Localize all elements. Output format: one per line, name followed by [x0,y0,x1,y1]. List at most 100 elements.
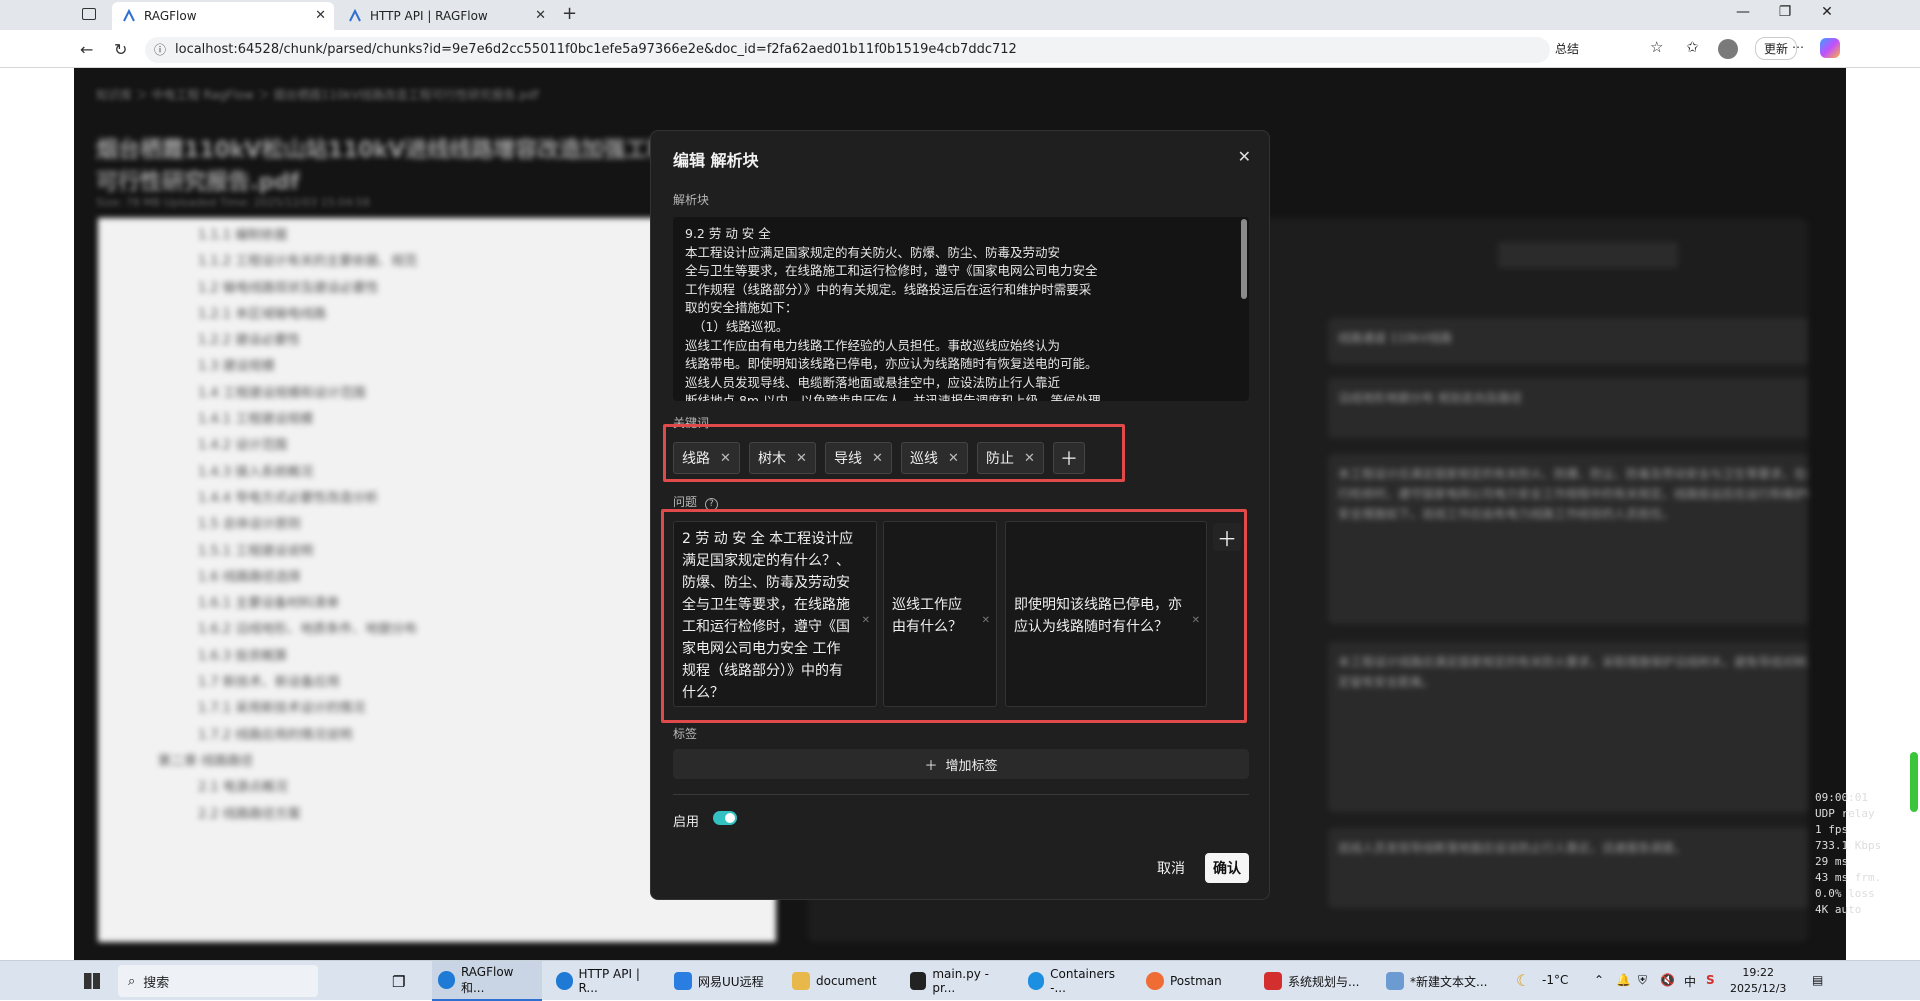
taskbar-app-wps[interactable]: 系统规划与... [1258,961,1374,1001]
refresh-icon[interactable]: ↻ [114,40,127,59]
add-question-button[interactable]: ＋ [1213,523,1241,551]
remove-keyword-icon[interactable]: ✕ [872,451,883,466]
collections-icon[interactable]: ✩ [1686,38,1699,56]
back-icon[interactable]: ← [80,40,93,59]
add-keyword-button[interactable]: ＋ [1053,442,1085,474]
search-icon: ⌕ [128,973,136,989]
keyword-text: 防止 [986,451,1014,467]
close-tab-icon[interactable]: ✕ [315,8,326,23]
remove-question-icon[interactable]: ✕ [1192,610,1200,632]
question-text[interactable]: 巡线工作应由有什么？ [892,594,974,638]
taskbar-search[interactable]: ⌕ 搜索 [118,965,318,997]
summary-label[interactable]: 总结 [1555,40,1579,57]
tray-chevron-icon[interactable]: ⌃ [1594,973,1604,987]
close-icon[interactable]: ✕ [1238,147,1251,166]
divider [673,794,1249,795]
question-card[interactable]: 即使明知该线路已停电，亦应认为线路随时有什么？ ✕ [1005,521,1207,707]
cancel-button[interactable]: 取消 [1147,853,1195,883]
taskbar-app-notepad[interactable]: *新建文本文... [1380,961,1496,1001]
textarea-scrollbar[interactable] [1241,219,1247,299]
keyword-tag[interactable]: 巡线 ✕ [901,442,968,474]
info-icon: ⓘ [154,43,167,57]
app-label: *新建文本文... [1410,974,1488,989]
taskbar-app-docker[interactable]: Containers -... [1022,961,1132,1001]
remove-keyword-icon[interactable]: ✕ [796,451,807,466]
sogou-icon[interactable]: S [1706,973,1715,987]
new-tab-button[interactable]: + [562,3,577,24]
favorites-icon[interactable]: ☆ [1650,38,1663,56]
taskbar-app-uu[interactable]: 网易UU远程 [668,961,778,1001]
question-card[interactable]: 2 劳 动 安 全 本工程设计应满足国家规定的有什么？、防爆、防尘、防毒及劳动安… [673,521,877,707]
uu-remote-icon [674,972,692,990]
notification-center-icon[interactable]: ▤ [1812,973,1823,987]
system-clock[interactable]: 19:22 2025/12/3 [1730,965,1786,997]
stat-line: 4K auto [1815,903,1862,916]
search-placeholder: 搜索 [143,975,170,991]
browser-tab-bar: RAGFlow ✕ HTTP API | RAGFlow ✕ + — ❐ ✕ [0,0,1920,30]
remove-keyword-icon[interactable]: ✕ [948,451,959,466]
close-tab-icon[interactable]: ✕ [535,8,546,23]
taskbar-app-ragflow[interactable]: RAGFlow 和... [432,961,542,1001]
taskview-icon[interactable]: ❐ [392,973,405,991]
remove-question-icon[interactable]: ✕ [862,610,870,632]
tab-http-api[interactable]: HTTP API | RAGFlow ✕ [338,2,554,30]
chunk-content-textarea[interactable]: 9.2 劳 动 安 全 本工程设计应满足国家规定的有关防火、防爆、防尘、防毒及劳… [673,217,1249,401]
more-icon[interactable]: ⋯ [1792,40,1804,54]
minimize-button[interactable]: — [1728,4,1758,20]
keyword-tag[interactable]: 导线 ✕ [825,442,892,474]
keyword-text: 导线 [834,451,862,467]
docker-icon [1028,972,1045,990]
restore-button[interactable]: ❐ [1770,4,1800,20]
windows-start-icon[interactable] [84,973,100,989]
app-label: 网易UU远程 [698,974,764,989]
questions-label-text: 问题 [673,495,698,509]
remove-keyword-icon[interactable]: ✕ [1024,451,1035,466]
url-text: localhost:64528/chunk/parsed/chunks?id=9… [175,42,1017,57]
add-tag-label: 增加标签 [945,758,998,774]
remove-question-icon[interactable]: ✕ [982,610,990,632]
stat-line: 1 fps [1815,823,1849,836]
shield-icon[interactable]: ⛨ [1638,973,1647,988]
profile-avatar[interactable] [1718,39,1738,59]
weather-temp[interactable]: -1°C [1542,973,1568,987]
volume-mute-icon[interactable]: 🔇 [1660,973,1675,987]
copilot-icon[interactable] [1820,38,1840,58]
notification-bell-icon[interactable]: 🔔 [1616,973,1631,987]
keyword-tag[interactable]: 树木 ✕ [749,442,816,474]
tab-ragflow[interactable]: RAGFlow ✕ [112,2,334,30]
taskbar-app-postman[interactable]: Postman [1140,961,1250,1001]
taskbar-app-http-api[interactable]: HTTP API | R... [550,961,662,1001]
chunk-label: 解析块 [673,193,710,207]
keyword-tag[interactable]: 线路 ✕ [673,442,740,474]
close-window-button[interactable]: ✕ [1812,4,1842,20]
taskbar-app-pycharm[interactable]: main.py - pr... [904,961,1014,1001]
postman-icon [1146,972,1164,990]
tab-actions-icon[interactable] [82,8,96,20]
update-button[interactable]: 更新 [1755,37,1798,60]
keyword-tag[interactable]: 防止 ✕ [977,442,1044,474]
edit-chunk-dialog: 编辑 解析块 ✕ 解析块 9.2 劳 动 安 全 本工程设计应满足国家规定的有关… [650,130,1270,900]
question-text[interactable]: 2 劳 动 安 全 本工程设计应满足国家规定的有什么？、防爆、防尘、防毒及劳动安… [682,528,854,704]
weather-icon: ☾ [1516,971,1531,990]
taskbar: ⌕ 搜索 ❐ RAGFlow 和... HTTP API | R... 网易UU… [0,960,1920,1001]
stat-line: 09:00:01 [1815,791,1868,804]
add-tag-button[interactable]: ＋ 增加标签 [673,749,1249,779]
app-label: RAGFlow 和... [460,964,514,995]
question-card[interactable]: 巡线工作应由有什么？ ✕ [883,521,997,707]
edge-icon [438,971,455,989]
document-meta: Size: 78 MB Uploaded Time: 2025/12/03 15… [96,196,371,209]
pycharm-icon [910,972,927,990]
confirm-button[interactable]: 确认 [1205,853,1249,883]
ragflow-logo-icon [348,9,362,23]
keyword-text: 线路 [682,451,710,467]
signal-bar [1910,752,1918,812]
app-label: HTTP API | R... [578,967,640,995]
question-text[interactable]: 即使明知该线路已停电，亦应认为线路随时有什么？ [1014,594,1184,638]
plus-icon: ＋ [924,758,938,774]
taskbar-app-document[interactable]: document [786,961,896,1001]
enable-toggle[interactable] [713,811,737,825]
remove-keyword-icon[interactable]: ✕ [720,451,731,466]
url-field[interactable]: ⓘ localhost:64528/chunk/parsed/chunks?id… [145,37,1550,63]
ime-indicator[interactable]: 中 [1684,973,1696,990]
folder-icon [792,972,810,990]
